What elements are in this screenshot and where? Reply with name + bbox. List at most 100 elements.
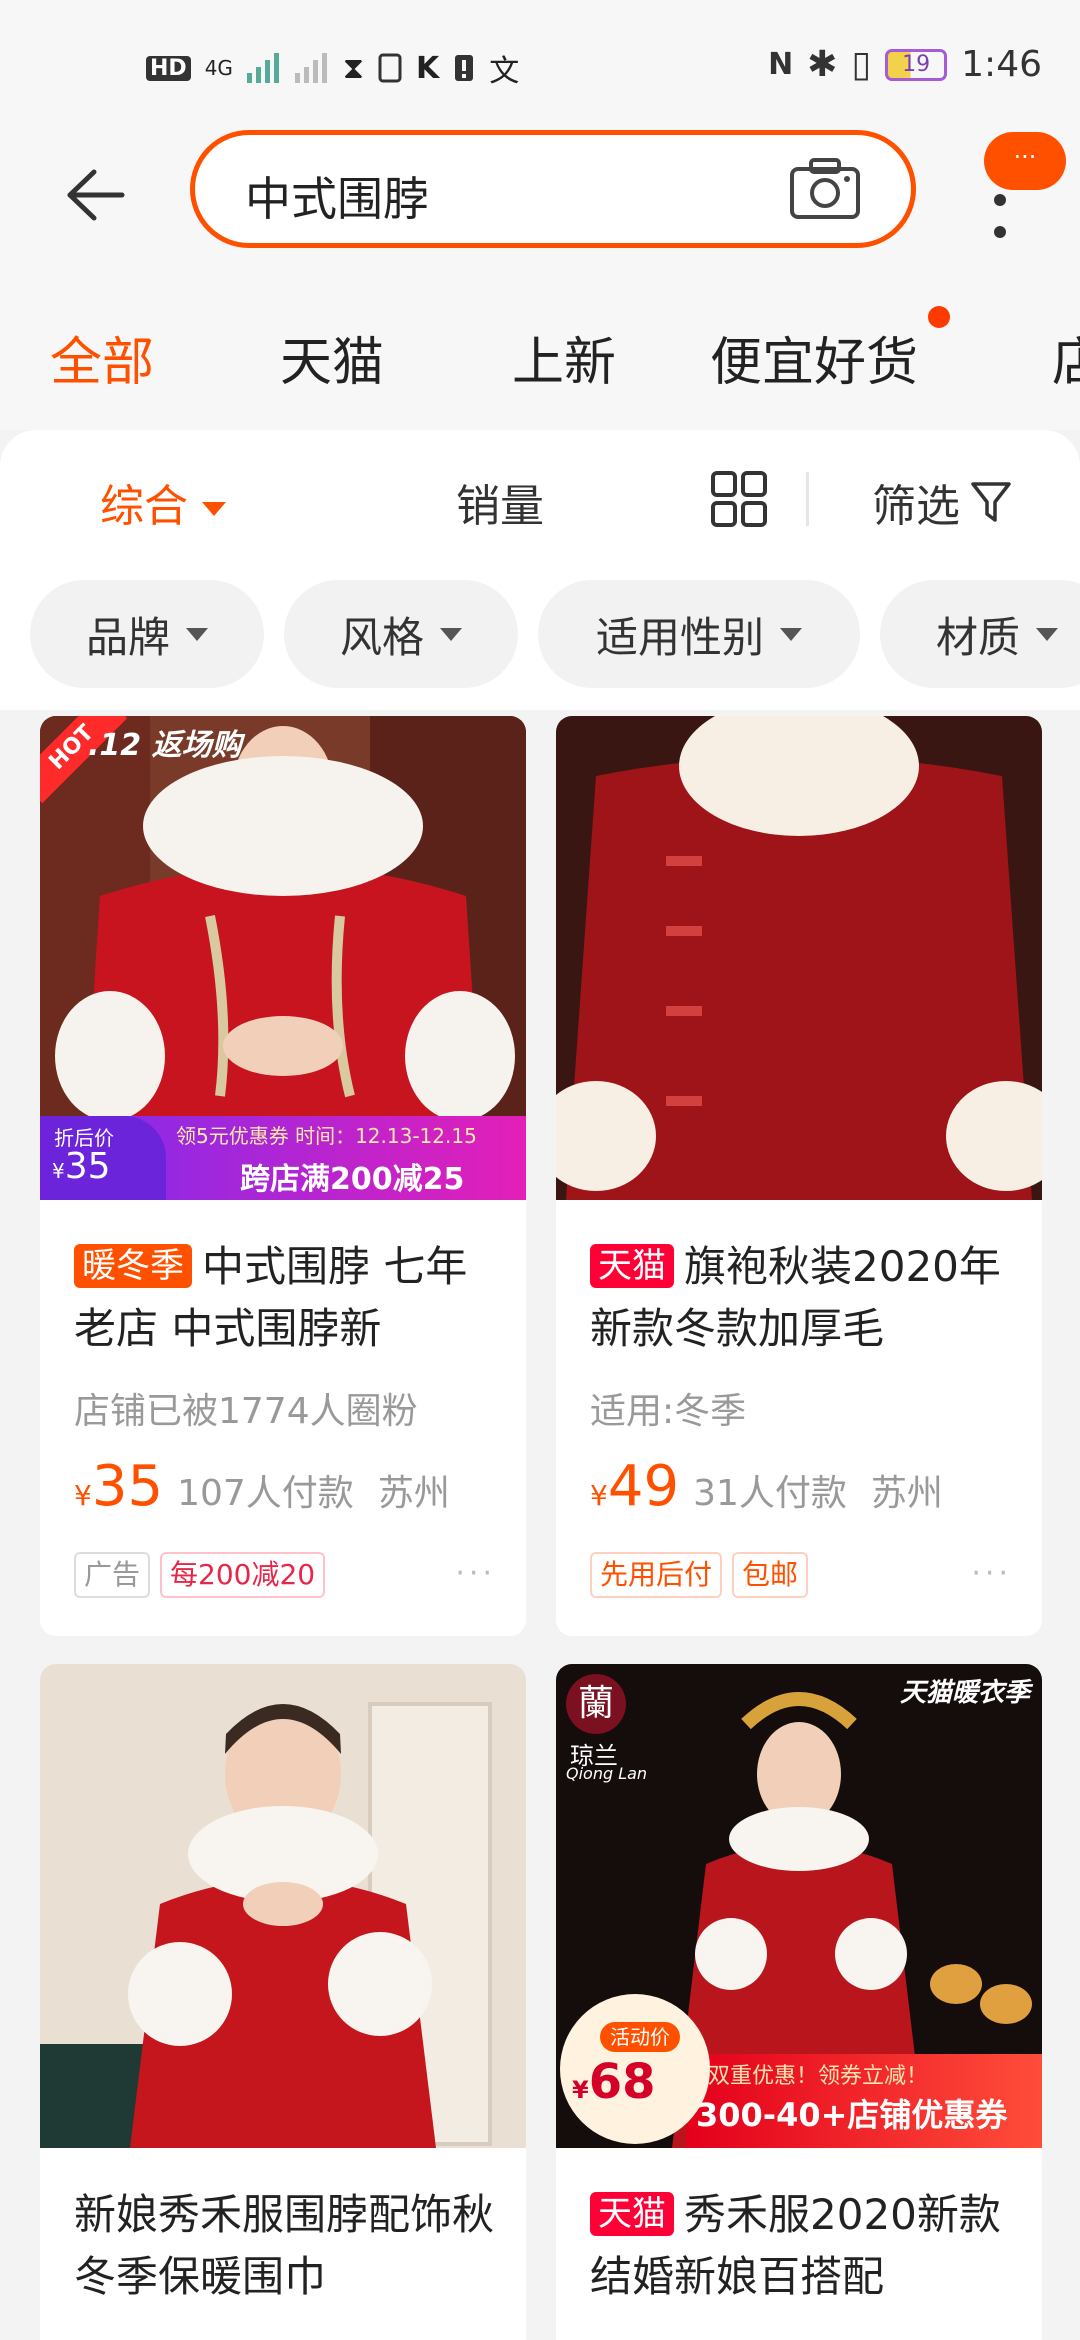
chevron-down-icon: [202, 502, 226, 516]
price-line: ¥35 107人付款 苏州: [74, 1454, 474, 1519]
tab-tmall[interactable]: 天猫: [280, 320, 384, 395]
chip-style[interactable]: 风格: [284, 580, 518, 688]
product-price: 49: [607, 1454, 680, 1519]
clock: 1:46: [961, 44, 1042, 85]
more-bubble: ···: [984, 132, 1066, 190]
search-query: 中式围脖: [245, 172, 429, 226]
grid-view-icon[interactable]: [710, 470, 768, 528]
product-card[interactable]: HOT .12 返场购 折后价 ¥35 领5元优惠券 时间：12.13-12.1…: [40, 716, 526, 1636]
tag-row: 先用后付 包邮: [590, 1552, 809, 1598]
activity-label: 活动价: [600, 2022, 680, 2052]
chevron-down-icon: [440, 627, 462, 641]
product-image[interactable]: [40, 1664, 526, 2148]
network-4g-icon: 4G: [204, 56, 233, 80]
coupon-main: 300-40+店铺优惠券: [696, 2096, 1008, 2134]
ad-tag: 广告: [74, 1552, 151, 1598]
product-title[interactable]: 暖冬季 中式围脖 七年老店 中式围脖新: [74, 1236, 504, 1360]
tab-shop[interactable]: 店: [1052, 320, 1080, 395]
sort-comprehensive-label: 综合: [100, 481, 188, 532]
product-photo: [40, 1664, 526, 2148]
battery-icon: 19: [885, 48, 948, 81]
product-price: 35: [91, 1454, 164, 1519]
discount-price-value: 35: [64, 1146, 111, 1187]
season-banner: 天猫暖衣季: [899, 1678, 1030, 1708]
status-left-icons: HD 4G ⧗ K 文: [146, 46, 519, 90]
sold-count: 31人付款: [693, 1473, 847, 1514]
chip-brand[interactable]: 品牌: [30, 580, 264, 688]
funnel-icon: [971, 482, 1011, 522]
product-subtitle: 适用:冬季: [590, 1391, 747, 1432]
status-right-icons: N ✱ ▯ 19 1:46: [768, 44, 1042, 85]
vibrate-icon: ▯: [851, 44, 872, 85]
coupon-banner: 折后价 ¥35 领5元优惠券 时间：12.13-12.15 跨店满200减25: [40, 1116, 526, 1200]
k-icon: K: [415, 50, 440, 86]
location: 苏州: [377, 1473, 450, 1514]
activity-price-value: 68: [588, 2054, 656, 2110]
signal-2-icon: [294, 53, 327, 83]
chip-material[interactable]: 材质: [880, 580, 1080, 688]
tab-new[interactable]: 上新: [512, 320, 616, 395]
sort-sales-label: 销量: [456, 481, 544, 532]
more-options-icon[interactable]: ···: [455, 1556, 496, 1591]
product-image[interactable]: [556, 716, 1042, 1200]
divider: [806, 472, 809, 526]
product-card[interactable]: 新娘秀禾服围脖配饰秋冬季保暖围巾: [40, 1664, 526, 2340]
product-title[interactable]: 新娘秀禾服围脖配饰秋冬季保暖围巾: [74, 2184, 504, 2308]
activity-yen: ¥: [572, 2076, 589, 2104]
product-title[interactable]: 天猫 秀禾服2020新款结婚新娘百搭配: [590, 2184, 1020, 2308]
product-title[interactable]: 天猫 旗袍秋装2020年新款冬款加厚毛: [590, 1236, 1020, 1360]
promo-label: .12 返场购: [88, 728, 242, 763]
coupon-line: 领5元优惠券 时间：12.13-12.15: [176, 1124, 477, 1148]
tag-row: 广告 每200减20: [74, 1552, 326, 1598]
translate-icon: 文: [489, 54, 520, 89]
coupon-line: 双重优惠！领券立减！: [708, 2064, 929, 2089]
filter-button[interactable]: 筛选: [872, 470, 1012, 534]
activity-price: ¥68: [572, 2054, 656, 2110]
chevron-down-icon: [1036, 627, 1058, 641]
price-line: ¥49 31人付款 苏州: [590, 1454, 967, 1519]
search-input[interactable]: 中式围脖: [190, 130, 916, 248]
bluetooth-icon: ✱: [807, 44, 838, 85]
status-bar: HD 4G ⧗ K 文 N ✱ ▯ 19 1:46: [0, 0, 1080, 120]
more-menu-button[interactable]: ···: [984, 132, 1080, 262]
product-subtitle: 店铺已被1774人圈粉: [74, 1391, 418, 1432]
product-card[interactable]: 天猫 旗袍秋装2020年新款冬款加厚毛 适用:冬季 ¥49 31人付款 苏州 先用后付…: [556, 716, 1042, 1636]
pay-later-tag: 先用后付: [590, 1552, 723, 1598]
new-dot-badge: [928, 306, 950, 328]
chevron-down-icon: [780, 627, 802, 641]
chip-material-label: 材质: [935, 612, 1020, 662]
product-image[interactable]: 蘭 琼兰 Qiong Lan 天猫暖衣季 双重优惠！领券立减！ 300-40+店…: [556, 1664, 1042, 2148]
sort-filter-panel: 综合 销量 筛选 品牌 风格 适用性别 材质: [0, 430, 1080, 710]
yen-symbol: ¥: [590, 1479, 608, 1512]
tmall-badge: 天猫: [590, 1244, 674, 1288]
sort-comprehensive[interactable]: 综合: [100, 470, 226, 534]
chip-style-label: 风格: [339, 612, 424, 662]
more-options-icon[interactable]: ···: [971, 1556, 1012, 1591]
product-card[interactable]: 蘭 琼兰 Qiong Lan 天猫暖衣季 双重优惠！领券立减！ 300-40+店…: [556, 1664, 1042, 2340]
location: 苏州: [870, 1473, 943, 1514]
camera-icon[interactable]: [789, 157, 861, 221]
discount-yen: ¥: [52, 1159, 65, 1183]
nfc-icon: N: [768, 47, 794, 82]
category-tabs: 全部 天猫 上新 便宜好货 店: [0, 270, 1080, 430]
hourglass-icon: ⧗: [342, 50, 364, 86]
free-shipping-tag: 包邮: [732, 1552, 809, 1598]
activity-price-badge: 活动价 ¥68: [560, 1994, 710, 2144]
sort-sales[interactable]: 销量: [456, 470, 544, 534]
tab-cheap-goods[interactable]: 便宜好货: [710, 320, 918, 395]
product-image[interactable]: HOT .12 返场购 折后价 ¥35 领5元优惠券 时间：12.13-12.1…: [40, 716, 526, 1200]
product-grid: HOT .12 返场购 折后价 ¥35 领5元优惠券 时间：12.13-12.1…: [0, 710, 1080, 2340]
yen-symbol: ¥: [74, 1479, 92, 1512]
tab-all[interactable]: 全部: [50, 320, 154, 395]
sold-count: 107人付款: [177, 1473, 354, 1514]
brand-name-en: Qiong Lan: [566, 1764, 648, 1783]
warm-winter-badge: 暖冬季: [74, 1244, 192, 1288]
chip-brand-label: 品牌: [85, 612, 170, 662]
discount-price-box: 折后价 ¥35: [40, 1116, 166, 1200]
more-dots-icon: [994, 194, 1006, 262]
back-arrow-icon[interactable]: [60, 160, 130, 230]
chevron-down-icon: [186, 627, 208, 641]
coupon-banner: 双重优惠！领券立减！ 300-40+店铺优惠券: [686, 2054, 1042, 2148]
hd-icon: HD: [146, 55, 191, 81]
chip-gender[interactable]: 适用性别: [538, 580, 860, 688]
